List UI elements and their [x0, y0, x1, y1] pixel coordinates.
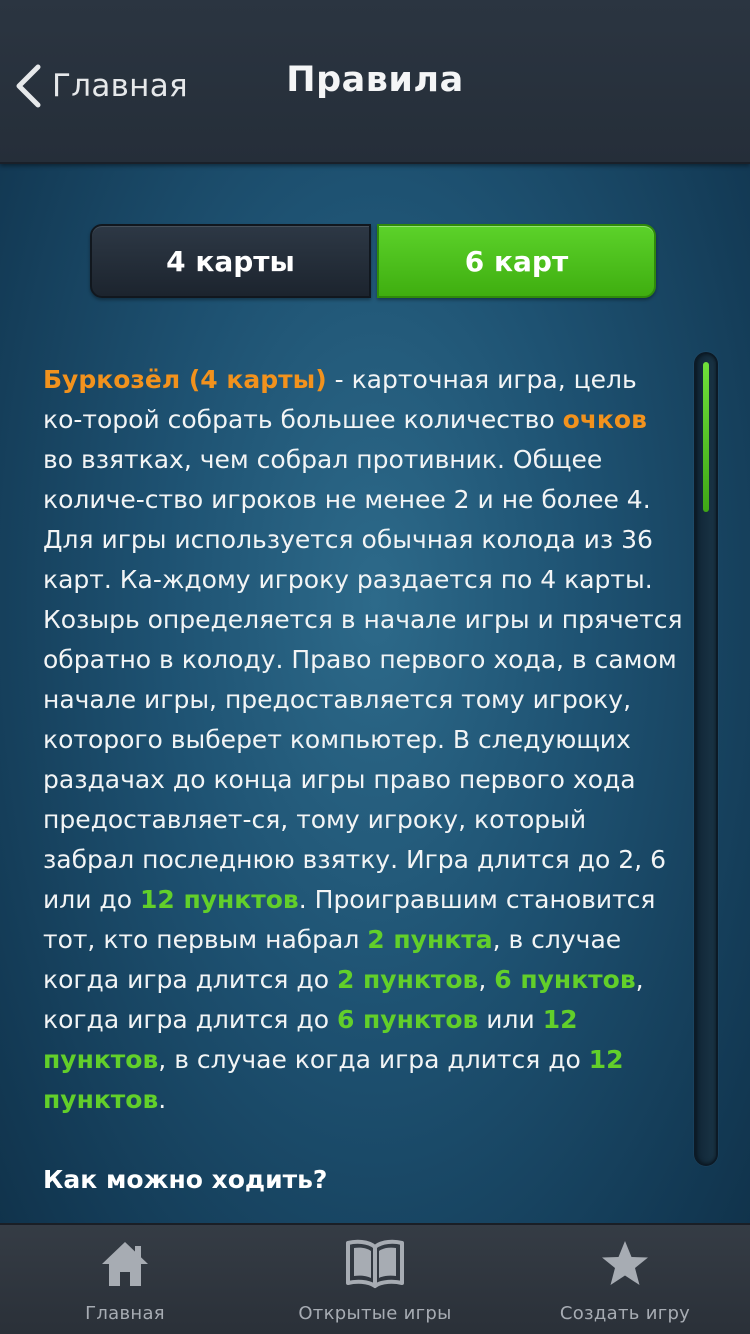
- tab-create-game-label: Создать игру: [559, 1303, 691, 1324]
- tab-create-game[interactable]: Создать игру: [500, 1225, 750, 1334]
- home-icon: [99, 1239, 151, 1289]
- rules-screen: Главная Правила 4 карты 6 карт Буркозёл …: [0, 0, 750, 1334]
- tab-home-label: Главная: [85, 1303, 165, 1324]
- rules-text-area: Буркозёл (4 карты) - карточная игра, цел…: [43, 360, 683, 1200]
- section-heading: Как можно ходить?: [43, 1165, 328, 1194]
- highlight-points: очков: [562, 405, 647, 434]
- rules-text: ,: [478, 965, 495, 994]
- rules-text: или: [478, 1005, 543, 1034]
- highlight-value: 6 пунктов: [494, 965, 636, 994]
- rules-paragraph: Буркозёл (4 карты) - карточная игра, цел…: [43, 360, 683, 1120]
- highlight-value: 2 пункта: [367, 925, 493, 954]
- highlight-value: 2 пунктов: [336, 965, 479, 994]
- nav-bar: Главная Правила: [0, 0, 750, 164]
- page-title: Правила: [286, 60, 464, 100]
- book-icon: [344, 1239, 406, 1289]
- scrollbar-track[interactable]: [694, 352, 718, 1166]
- game-name: Буркозёл (4 карты): [43, 365, 327, 394]
- tab-open-games-label: Открытые игры: [298, 1303, 452, 1324]
- rules-text: во взятках, чем собрал противник. Общее …: [43, 445, 683, 914]
- segment-6-cards[interactable]: 6 карт: [377, 224, 656, 298]
- tab-home[interactable]: Главная: [0, 1225, 250, 1334]
- tab-bar: Главная Открытые игры Создать игру: [0, 1223, 750, 1334]
- tab-open-games[interactable]: Открытые игры: [250, 1225, 500, 1334]
- star-icon: [599, 1239, 651, 1289]
- rules-text: , в случае когда игра длится до: [158, 1045, 589, 1074]
- segment-4-cards[interactable]: 4 карты: [90, 224, 371, 298]
- highlight-value: 12 пунктов: [139, 885, 299, 914]
- highlight-value: 6 пунктов: [336, 1005, 479, 1034]
- deck-size-segmented-control: 4 карты 6 карт: [90, 224, 656, 298]
- rules-text: .: [158, 1085, 167, 1114]
- scrollbar-thumb[interactable]: [703, 362, 709, 512]
